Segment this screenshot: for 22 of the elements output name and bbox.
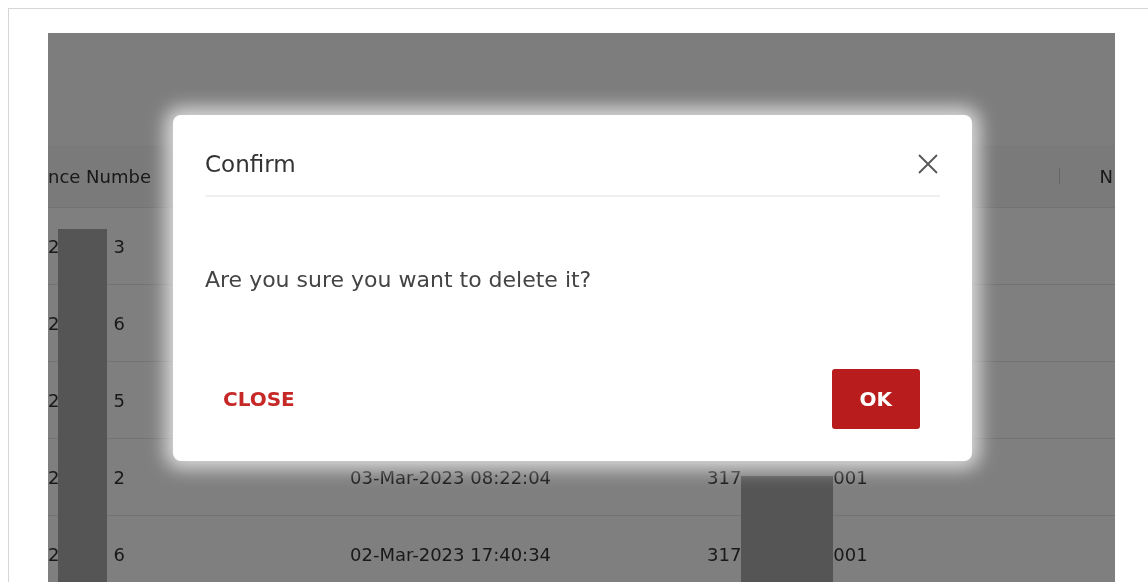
table-cell-text: 6 (113, 312, 125, 334)
dialog-message: Are you sure you want to delete it? (205, 267, 593, 292)
table-cell-text: 317 (707, 543, 742, 565)
dialog-title: Confirm (205, 151, 296, 177)
table-cell-text: 02-Mar-2023 17:40:34 (350, 543, 553, 565)
table-cell-text: 2 (48, 543, 60, 565)
ok-button[interactable]: OK (831, 369, 920, 429)
table-cell-text: 317 (707, 466, 742, 488)
table-cell-text: 3 (113, 235, 125, 257)
table-cell-text: 5 (113, 389, 125, 411)
table-cell-text: 6 (113, 543, 125, 565)
table-cell-text: 2 (48, 389, 60, 411)
table-cell-text: 001 (833, 466, 868, 488)
table-cell-text: 2 (113, 466, 125, 488)
table-cell-text: 001 (833, 543, 868, 565)
close-button[interactable]: CLOSE (223, 379, 295, 419)
table-cell-text: 2 (48, 466, 60, 488)
table-cell-text: 2 (48, 235, 60, 257)
close-icon[interactable] (916, 152, 940, 176)
table-cell-text: 03-Mar-2023 08:22:04 (350, 466, 553, 488)
column-header[interactable]: N (1099, 165, 1113, 187)
table-cell-text: 2 (48, 312, 60, 334)
